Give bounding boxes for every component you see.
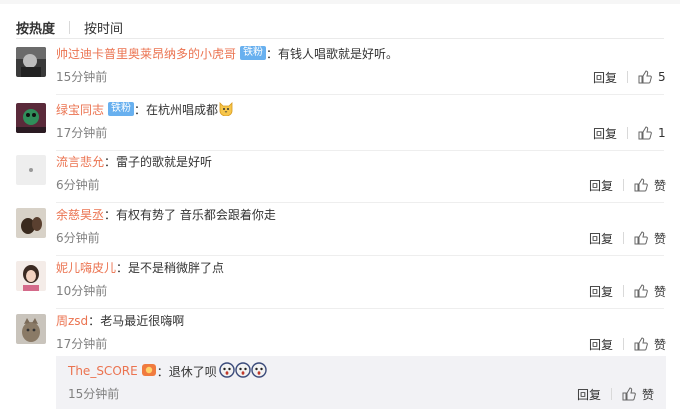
comment-time: 15分钟前 — [56, 70, 108, 84]
comment-time: 10分钟前 — [56, 284, 108, 298]
comment-actions: 回复 赞 — [577, 386, 654, 402]
fan-badge[interactable]: 铁粉 — [108, 102, 135, 116]
comment-item: 妮儿嗨皮儿 ： 是不是稍微胖了点 10分钟前 回复 赞 — [0, 253, 680, 309]
surprised-face-icon — [219, 361, 235, 381]
fan-badge-icon[interactable] — [141, 363, 157, 380]
comment-text: 雷子的歌就是好听 — [116, 154, 213, 169]
comment-actions: 回复 赞 — [589, 283, 666, 299]
comment-text: 是不是稍微胖了点 — [128, 260, 225, 275]
username[interactable]: 帅过迪卡普里奥莱昂纳多的小虎哥 — [56, 45, 236, 62]
avatar[interactable] — [16, 314, 46, 344]
sort-tabs: 按热度 按时间 — [16, 17, 123, 37]
avatar[interactable] — [16, 47, 46, 77]
reply-button[interactable]: 回复 — [589, 336, 613, 353]
reply-button[interactable]: 回复 — [589, 177, 613, 194]
avatar[interactable] — [16, 208, 46, 238]
comment-item: 余慈昊丞 ： 有权有势了 音乐都会跟着你走 6分钟前 回复 赞 — [0, 200, 680, 256]
thumbs-up-icon — [634, 284, 648, 298]
like-count: 赞 — [653, 337, 666, 352]
like-button[interactable]: 赞 — [634, 336, 666, 353]
avatar[interactable] — [16, 103, 46, 133]
like-count: 赞 — [653, 231, 666, 246]
avatar[interactable] — [16, 155, 46, 185]
top-divider — [0, 0, 680, 4]
reply-button[interactable]: 回复 — [593, 69, 617, 86]
colon: ： — [156, 364, 169, 379]
like-button[interactable]: 赞 — [634, 283, 666, 300]
reply-button[interactable]: 回复 — [589, 283, 613, 300]
colon: ： — [104, 207, 117, 222]
surprised-face-icon — [251, 361, 267, 381]
comment-item: 周zsd ： 老马最近很嗨啊 17分钟前 回复 赞 — [0, 306, 680, 362]
colon: ： — [266, 46, 279, 61]
thumbs-up-icon — [634, 178, 648, 192]
like-count: 赞 — [653, 178, 666, 193]
comment-item: 流言悲允 ： 雷子的歌就是好听 6分钟前 回复 赞 — [0, 147, 680, 203]
comment-text: 退休了呗 — [168, 364, 217, 379]
tab-sort-time[interactable]: 按时间 — [84, 18, 123, 37]
colon: ： — [134, 102, 147, 117]
thumbs-up-icon — [638, 126, 652, 140]
thumbs-up-icon — [638, 70, 652, 84]
surprised-face-icon — [235, 361, 251, 381]
action-separator — [622, 179, 624, 191]
tab-separator — [69, 20, 71, 34]
thumbs-up-icon — [634, 337, 648, 351]
username[interactable]: The_SCORE — [68, 364, 138, 378]
action-separator — [627, 71, 628, 83]
comment-time: 17分钟前 — [56, 337, 108, 351]
like-button[interactable]: 1 — [638, 126, 666, 140]
avatar[interactable] — [16, 261, 46, 291]
comment-text: 有钱人唱歌就是好听。 — [278, 46, 399, 61]
colon: ： — [116, 260, 129, 275]
sub-reply: The_SCORE ： 退休了呗 15分钟前 回复 赞 — [56, 356, 666, 409]
username[interactable]: 妮儿嗨皮儿 — [56, 259, 116, 276]
like-count: 5 — [658, 70, 666, 84]
comment-time: 6分钟前 — [56, 231, 100, 245]
comment-item: 绿宝同志 铁粉 ： 在杭州唱成都 17分钟前 回复 1 — [0, 95, 680, 151]
comment-item: 帅过迪卡普里奥莱昂纳多的小虎哥 铁粉 ： 有钱人唱歌就是好听。 15分钟前 回复… — [0, 39, 680, 95]
action-separator — [610, 388, 612, 400]
fan-badge[interactable]: 铁粉 — [240, 46, 267, 60]
comment-actions: 回复 5 — [593, 69, 666, 85]
tab-sort-hot[interactable]: 按热度 — [16, 18, 55, 37]
comment-actions: 回复 赞 — [589, 177, 666, 193]
like-button[interactable]: 赞 — [622, 386, 654, 403]
like-count: 1 — [658, 126, 666, 140]
thumbs-up-icon — [634, 231, 648, 245]
colon: ： — [88, 313, 101, 328]
comment-time: 6分钟前 — [56, 178, 100, 192]
comment-actions: 回复 1 — [593, 125, 666, 141]
like-count: 赞 — [653, 284, 666, 299]
action-separator — [622, 285, 624, 297]
comment-time: 17分钟前 — [56, 126, 108, 140]
username[interactable]: 余慈昊丞 — [56, 206, 104, 223]
cat-face-icon — [218, 100, 234, 119]
action-separator — [627, 127, 628, 139]
like-button[interactable]: 赞 — [634, 230, 666, 247]
like-button[interactable]: 5 — [638, 70, 666, 84]
like-button[interactable]: 赞 — [634, 177, 666, 194]
comment-text: 老马最近很嗨啊 — [100, 313, 185, 328]
comment-text: 有权有势了 音乐都会跟着你走 — [116, 207, 276, 222]
username[interactable]: 绿宝同志 — [56, 101, 104, 118]
reply-button[interactable]: 回复 — [593, 125, 617, 142]
comment-actions: 回复 赞 — [589, 336, 666, 352]
comment-actions: 回复 赞 — [589, 230, 666, 246]
reply-button[interactable]: 回复 — [589, 230, 613, 247]
reply-button[interactable]: 回复 — [577, 386, 601, 403]
username[interactable]: 周zsd — [56, 312, 88, 329]
username[interactable]: 流言悲允 — [56, 153, 104, 170]
comment-text: 在杭州唱成都 — [146, 102, 219, 117]
like-count: 赞 — [641, 387, 654, 402]
comment-time: 15分钟前 — [68, 387, 120, 401]
action-separator — [622, 338, 624, 350]
colon: ： — [104, 154, 117, 169]
action-separator — [622, 232, 624, 244]
thumbs-up-icon — [622, 387, 636, 401]
